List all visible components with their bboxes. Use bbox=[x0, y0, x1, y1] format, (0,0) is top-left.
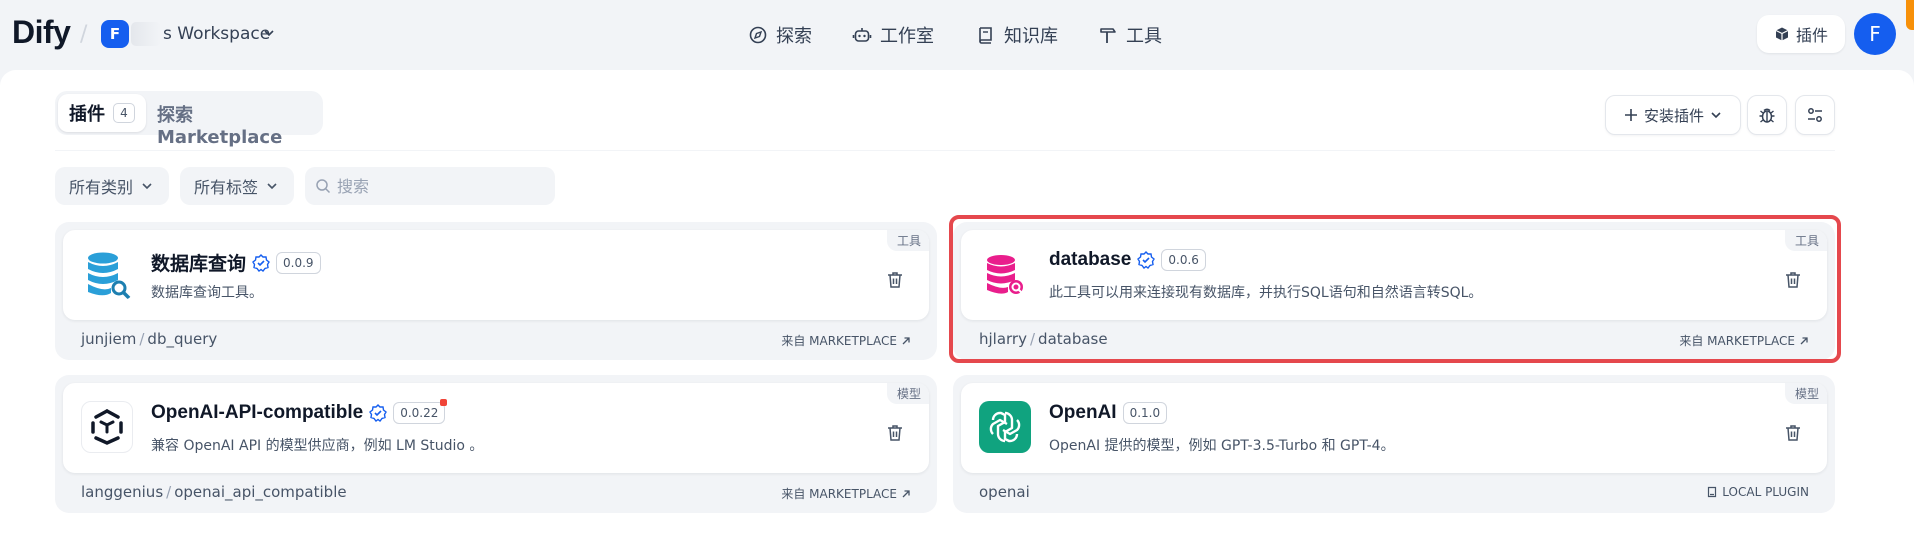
tags-filter-label: 所有标签 bbox=[194, 178, 259, 197]
plugin-id: openai_api_compatible bbox=[174, 483, 347, 501]
api-compatible-icon bbox=[81, 401, 133, 453]
plugin-source: 来自 MARKETPLACE bbox=[781, 487, 897, 501]
edge-indicator bbox=[1906, 0, 1914, 30]
plugin-source-link[interactable]: 来自 MARKETPLACE bbox=[781, 332, 911, 349]
plugin-source: 来自 MARKETPLACE bbox=[781, 334, 897, 348]
plugins-button-label: 插件 bbox=[1795, 26, 1828, 45]
highlight-box bbox=[949, 215, 1841, 363]
plugin-description: OpenAI 提供的模型，例如 GPT-3.5-Turbo 和 GPT-4。 bbox=[1049, 438, 1395, 454]
plugin-title: OpenAI-API-compatible 0.0.22 bbox=[151, 399, 448, 424]
plugin-source-label: LOCAL PLUGIN bbox=[1706, 485, 1809, 499]
chevron-down-icon bbox=[267, 183, 277, 190]
nav-studio[interactable]: 工作室 bbox=[852, 20, 934, 50]
plugin-source: LOCAL PLUGIN bbox=[1722, 485, 1809, 499]
plugin-version: 0.0.22 bbox=[393, 399, 448, 424]
search-input[interactable] bbox=[337, 176, 537, 196]
plugin-card-body: 模型 OpenAI 0.1.0 OpenAI 提供的模型，例如 GPT-3.5-… bbox=[961, 383, 1827, 473]
robot-icon bbox=[852, 28, 872, 42]
plugins-button[interactable]: 插件 bbox=[1757, 15, 1845, 53]
workspace-avatar[interactable]: F bbox=[101, 20, 129, 48]
trash-icon[interactable] bbox=[885, 270, 905, 290]
plugin-category-tag: 模型 bbox=[1784, 383, 1827, 404]
openai-icon bbox=[979, 401, 1031, 453]
plugin-tabs: 插件 4 探索 Marketplace bbox=[55, 91, 323, 148]
compass-icon bbox=[749, 26, 767, 44]
tab-plugins[interactable]: 插件 4 bbox=[58, 94, 146, 132]
plugin-version: 0.1.0 bbox=[1122, 402, 1168, 424]
cube-icon bbox=[1775, 27, 1789, 41]
plugin-name: OpenAI-API-compatible bbox=[151, 402, 364, 423]
toolbar-divider bbox=[55, 150, 1835, 151]
plugin-category-tag: 模型 bbox=[886, 383, 929, 404]
nav-explore[interactable]: 探索 bbox=[748, 20, 812, 50]
plugin-author: openai bbox=[979, 483, 1030, 501]
search-icon bbox=[316, 179, 331, 194]
plugin-name: OpenAI bbox=[1049, 402, 1117, 423]
top-header: Dify / F s Workspace 探索 工作室 知识库 工具 插件 F bbox=[0, 0, 1914, 70]
plugin-card[interactable]: 工具 数据库查询 0.0.9 数据库查询工具。 junjiem / db_query bbox=[55, 222, 937, 360]
database-search-blue-icon bbox=[81, 248, 133, 300]
chevron-down-icon[interactable] bbox=[264, 28, 274, 38]
debug-button[interactable] bbox=[1747, 95, 1787, 135]
external-link-icon bbox=[902, 489, 910, 497]
header-separator: / bbox=[80, 22, 88, 47]
category-filter-label: 所有类别 bbox=[69, 178, 134, 197]
plugin-org-path: langgenius / openai_api_compatible bbox=[81, 483, 347, 501]
nav-explore-label: 探索 bbox=[776, 26, 812, 47]
plugin-author: junjiem bbox=[81, 330, 137, 348]
book-icon bbox=[979, 27, 992, 44]
plugin-description: 兼容 OpenAI API 的模型供应商，例如 LM Studio 。 bbox=[151, 438, 484, 454]
external-link-icon bbox=[902, 336, 910, 344]
dify-logo[interactable]: Dify bbox=[12, 14, 71, 51]
plugin-card-body: 工具 数据库查询 0.0.9 数据库查询工具。 bbox=[63, 230, 929, 320]
nav-knowledge[interactable]: 知识库 bbox=[976, 20, 1058, 50]
workspace-name-redacted bbox=[131, 22, 161, 46]
category-filter[interactable]: 所有类别 bbox=[55, 167, 169, 205]
workspace-name[interactable]: s Workspace bbox=[163, 24, 270, 44]
plugin-source-link[interactable]: 来自 MARKETPLACE bbox=[781, 485, 911, 502]
plugin-org-path: junjiem / db_query bbox=[81, 330, 218, 348]
plugin-card[interactable]: 模型 OpenAI-API-compatible 0.0.22 兼容 OpenA… bbox=[55, 375, 937, 513]
book-icon bbox=[1708, 486, 1717, 498]
plugin-author: langgenius bbox=[81, 483, 164, 501]
chevron-down-icon bbox=[1711, 112, 1721, 119]
plugin-count-badge: 4 bbox=[113, 103, 135, 123]
verified-icon bbox=[252, 253, 270, 272]
nav-studio-label: 工作室 bbox=[880, 26, 934, 47]
install-plugin-label: 安装插件 bbox=[1643, 106, 1704, 125]
search-box bbox=[305, 167, 555, 205]
plugin-version: 0.0.9 bbox=[276, 251, 321, 274]
bug-icon bbox=[1759, 108, 1775, 123]
update-available-dot bbox=[440, 399, 448, 406]
plugin-title: OpenAI 0.1.0 bbox=[1049, 402, 1168, 424]
tab-marketplace[interactable]: 探索 Marketplace bbox=[157, 101, 323, 148]
plugin-card-body: 模型 OpenAI-API-compatible 0.0.22 兼容 OpenA… bbox=[63, 383, 929, 473]
verified-icon bbox=[369, 404, 388, 422]
tab-plugins-label: 插件 bbox=[69, 104, 105, 125]
nav-tools-label: 工具 bbox=[1126, 26, 1162, 47]
nav-knowledge-label: 知识库 bbox=[1004, 26, 1058, 47]
sliders-icon bbox=[1808, 108, 1822, 122]
plugin-name: 数据库查询 bbox=[151, 254, 247, 275]
plus-icon bbox=[1624, 109, 1637, 121]
plugin-description: 数据库查询工具。 bbox=[151, 285, 263, 301]
chevron-down-icon bbox=[142, 183, 152, 190]
plugin-id: db_query bbox=[147, 330, 218, 348]
plugin-version-text: 0.0.22 bbox=[400, 406, 439, 420]
settings-button[interactable] bbox=[1795, 95, 1835, 135]
plugin-category-tag: 工具 bbox=[886, 230, 929, 251]
hammer-icon bbox=[1100, 28, 1116, 43]
user-avatar[interactable]: F bbox=[1854, 13, 1896, 55]
nav-tools[interactable]: 工具 bbox=[1098, 20, 1162, 50]
plugin-title: 数据库查询 0.0.9 bbox=[151, 249, 321, 276]
trash-icon[interactable] bbox=[885, 423, 905, 443]
plugin-org-path: openai bbox=[979, 483, 1030, 501]
trash-icon[interactable] bbox=[1783, 423, 1803, 443]
tags-filter[interactable]: 所有标签 bbox=[180, 167, 294, 205]
install-plugin-button[interactable]: 安装插件 bbox=[1605, 95, 1741, 135]
plugin-card[interactable]: 模型 OpenAI 0.1.0 OpenAI 提供的模型，例如 GPT-3.5-… bbox=[953, 375, 1835, 513]
